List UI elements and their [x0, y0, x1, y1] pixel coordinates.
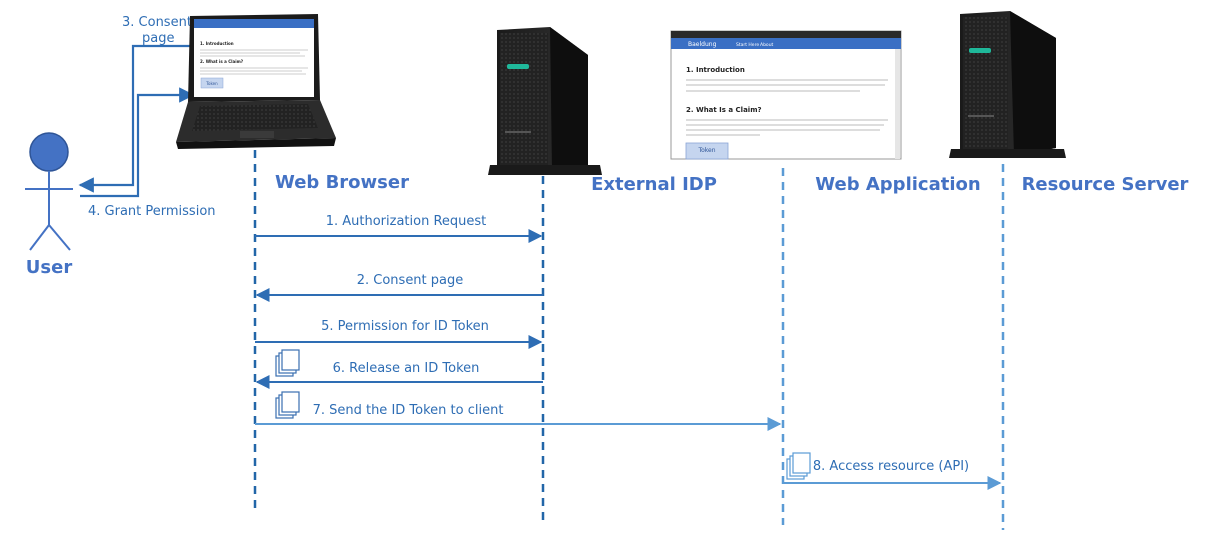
user-head — [29, 132, 69, 172]
user-figure — [25, 132, 73, 251]
web-app-screenshot: Baeldung Start Here About 1. Introductio… — [670, 30, 902, 160]
resource-server-led — [969, 48, 991, 53]
resource-server-label: Resource Server — [1022, 174, 1189, 195]
web-browser-label: Web Browser — [275, 172, 409, 193]
message-label-1: 1. Authorization Request — [326, 214, 487, 229]
web-app-brand: Baeldung — [688, 41, 717, 48]
laptop-page-heading2: 2. What is a Claim? — [200, 59, 244, 64]
laptop-image: 1. Introduction 2. What is a Claim? Toke… — [176, 14, 336, 149]
message-label-5: 5. Permission for ID Token — [321, 319, 489, 334]
laptop-page-heading1: 1. Introduction — [200, 41, 234, 46]
message-label-6: 6. Release an ID Token — [333, 361, 480, 376]
document-stack-icon — [275, 391, 300, 419]
grant-permission-label: 4. Grant Permission — [88, 204, 216, 219]
consent-page-arrow — [78, 44, 193, 193]
web-app-nav-about: About — [760, 42, 774, 48]
web-app-nav-start: Start Here — [736, 42, 759, 48]
user-label: User — [26, 257, 73, 278]
laptop-page-token: Token — [205, 81, 218, 86]
message-label-2: 2. Consent page — [357, 273, 464, 288]
user-browser-connectors — [78, 44, 195, 198]
idp-server-image — [488, 27, 602, 175]
external-idp-label: External IDP — [591, 174, 717, 195]
consent-label-line1: 3. Consent — [122, 15, 192, 30]
resource-server-image — [949, 11, 1066, 158]
document-stack-icon — [275, 349, 300, 377]
web-app-heading1: 1. Introduction — [686, 66, 745, 74]
web-app-token: Token — [697, 147, 715, 154]
message-label-8: 8. Access resource (API) — [813, 459, 969, 474]
sequence-diagram: User 3. Consent page 4. Grant Permission… — [25, 11, 1189, 530]
grant-permission-arrow — [80, 87, 195, 198]
message-label-7: 7. Send the ID Token to client — [313, 403, 504, 418]
document-stack-icon — [786, 452, 811, 480]
consent-label-line2: page — [142, 31, 174, 46]
idp-server-led — [507, 64, 529, 69]
web-app-heading2: 2. What Is a Claim? — [686, 106, 762, 114]
web-application-label: Web Application — [815, 174, 980, 195]
